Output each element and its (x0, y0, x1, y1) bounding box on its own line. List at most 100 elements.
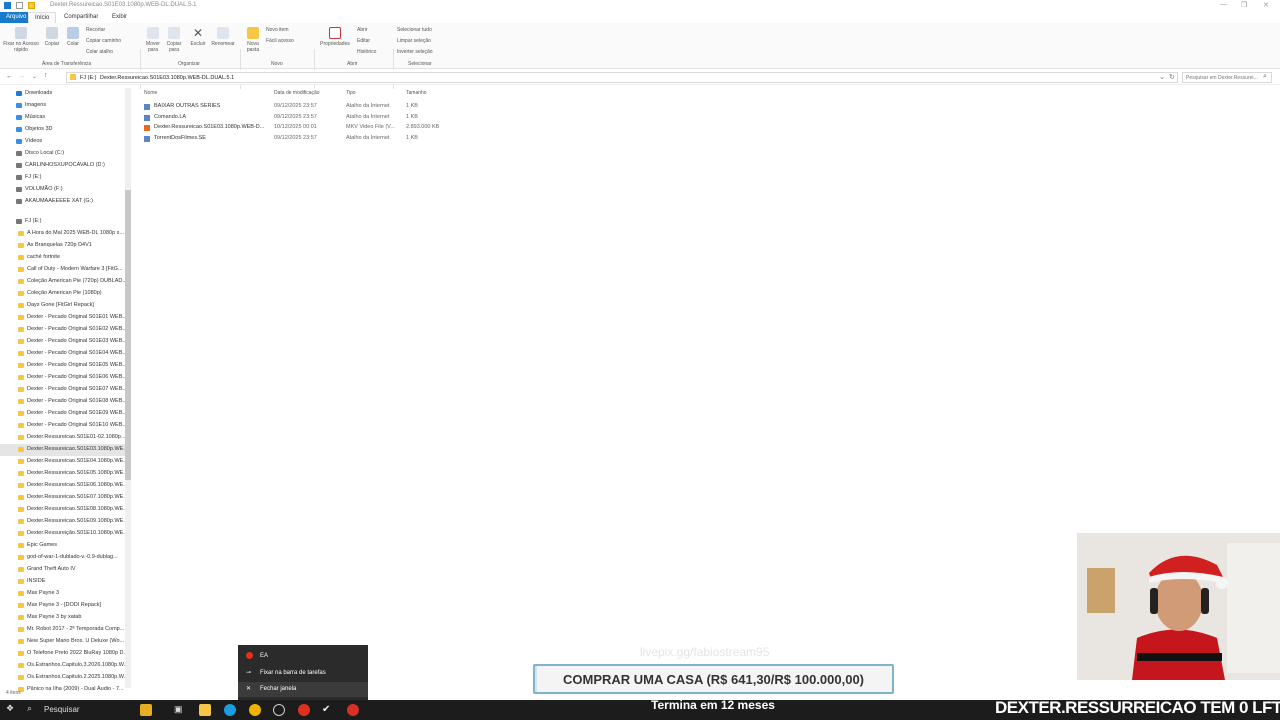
nav-item[interactable]: Dexter.Ressureicao.S01E07.1080p.WE... (0, 492, 126, 504)
nav-item[interactable]: Objetos 3D (0, 124, 126, 136)
nav-item[interactable]: AKAUMAAEEEEE XAT (G:) (0, 196, 126, 208)
nav-item[interactable]: INSIDE (0, 576, 126, 588)
close-button[interactable]: ✕ (1263, 1, 1269, 9)
column-name[interactable]: Nome (144, 90, 157, 96)
up-arrow-icon[interactable]: ↑ (44, 72, 48, 79)
nav-item[interactable]: Imagens (0, 100, 126, 112)
move-to-button[interactable]: Mover para (143, 27, 163, 53)
nav-item[interactable]: Max Payne 3 (0, 588, 126, 600)
minimize-button[interactable]: — (1220, 1, 1227, 8)
file-explorer-icon[interactable] (199, 704, 211, 716)
delete-button[interactable]: ✕ Excluir (188, 27, 208, 47)
nav-item[interactable]: Max Payne 3 by xatab (0, 612, 126, 624)
column-size[interactable]: Tamanho (406, 90, 427, 96)
file-row[interactable]: Dexter.Ressureicao.S01E03.1080p.WEB-D...… (140, 123, 450, 133)
tab-home[interactable]: Início (28, 12, 57, 23)
edit-button[interactable]: Editar (357, 38, 370, 44)
nav-item[interactable]: Os.Estranhos.Capitulo.3.2026.1080p.W... (0, 660, 126, 672)
paste-shortcut-button[interactable]: Colar atalho (86, 49, 113, 55)
cut-button[interactable]: Recortar (86, 27, 105, 33)
nav-item[interactable]: Coleção American Pie (720p) DUBLAD... (0, 276, 126, 288)
nav-item[interactable]: Max Payne 3 - [DODI Repack] (0, 600, 126, 612)
nav-item[interactable]: Dexter - Pecado Original S01E05 WEB... (0, 360, 126, 372)
nav-item[interactable]: Dexter.Ressureicao.S01E01-02.1080p.... (0, 432, 126, 444)
nav-item[interactable]: Mr. Robot 2017 - 2ª Temporada Comp... (0, 624, 126, 636)
new-folder-quick-icon[interactable] (28, 2, 35, 9)
chrome-icon[interactable] (249, 704, 261, 716)
nav-item[interactable]: New Super Mario Bros. U Deluxe (Wo... (0, 636, 126, 648)
column-type[interactable]: Tipo (346, 90, 356, 96)
nav-item[interactable]: Dexter - Pecado Original S01E09 WEB... (0, 408, 126, 420)
file-row[interactable]: TorrentDosFilmes.SE 09/12/2025 23:57 Atalh… (140, 134, 450, 144)
nav-item[interactable]: Dexter.Ressureicao.S01E04.1080p.WE... (0, 456, 126, 468)
select-all-button[interactable]: Selecionar tudo (397, 27, 432, 33)
nav-item[interactable]: Dexter.Ressureicao.S01E05.1080p.WE... (0, 468, 126, 480)
nav-item[interactable]: Dexter.Ressureicao.S01E09.1080p.WE... (0, 516, 126, 528)
invert-selection-button[interactable]: Inverter seleção (397, 49, 433, 55)
copy-button[interactable]: Copiar (42, 27, 62, 47)
jumplist-close-window[interactable]: ✕ Fechar janela (238, 682, 368, 697)
nav-item[interactable]: As Branquelas 720p D4V1 (0, 240, 126, 252)
file-row[interactable]: Comando.LA 09/12/2025 23:57 Atalho da Inte… (140, 113, 450, 123)
select-none-button[interactable]: Limpar seleção (397, 38, 431, 44)
nav-item[interactable]: Dexter.Ressureicao.S01E06.1080p.WE... (0, 480, 126, 492)
maximize-button[interactable]: ❐ (1241, 1, 1247, 9)
nav-item[interactable]: Dexter - Pecado Original S01E08 WEB... (0, 396, 126, 408)
history-button[interactable]: Histórico (357, 49, 376, 55)
nav-item[interactable]: caché fortnite (0, 252, 126, 264)
nav-item[interactable]: Dexter.Ressureição.S01E10.1080p.WE... (0, 528, 126, 540)
nav-scrollbar-thumb[interactable] (125, 190, 131, 480)
nav-item[interactable]: Dexter - Pecado Original S01E01 WEB... (0, 312, 126, 324)
nav-item[interactable]: Dexter - Pecado Original S01E07 WEB... (0, 384, 126, 396)
new-item-button[interactable]: Novo item (266, 27, 289, 33)
nav-item[interactable]: Coleção American Pie (1080p) (0, 288, 126, 300)
nav-item[interactable]: Downloads (0, 88, 126, 100)
nav-item[interactable]: FJ (E:) (0, 216, 126, 228)
copy-path-button[interactable]: Copiar caminho (86, 38, 121, 44)
nav-item[interactable]: Dexter - Pecado Original S01E02 WEB... (0, 324, 126, 336)
chrome-red-icon[interactable] (347, 704, 359, 716)
refresh-icon[interactable]: ↻ (1169, 73, 1175, 81)
edge-icon[interactable] (224, 704, 236, 716)
file-row[interactable]: BAIXAR OUTRAS SERIES 09/12/2025 23:57 Atal… (140, 102, 450, 112)
back-arrow-icon[interactable]: ← (6, 73, 13, 80)
jumplist-app-ea[interactable]: EA (238, 649, 368, 664)
properties-quick-icon[interactable] (16, 2, 23, 9)
tab-share[interactable]: Compartilhar (58, 12, 104, 23)
nav-item[interactable]: Epic Games (0, 540, 126, 552)
checkmark-app-icon[interactable]: ✔ (322, 704, 334, 716)
nav-item[interactable]: A Hora do Mal 2025 WEB-DL 1080p x... (0, 228, 126, 240)
new-folder-button[interactable]: Nova pasta (243, 27, 263, 53)
forward-arrow-icon[interactable]: → (18, 73, 25, 80)
nav-item[interactable]: Dexter.Ressureicao.S01E08.1080p.WE... (0, 504, 126, 516)
nav-item[interactable]: Músicas (0, 112, 126, 124)
nav-item[interactable]: VOLUMÃO (F:) (0, 184, 126, 196)
taskbar-search[interactable]: ⌕ Pesquisar (22, 703, 132, 717)
nav-item[interactable]: O Telefone Preto 2022 BluRay 1080p D... (0, 648, 126, 660)
properties-button[interactable]: Propriedades (317, 27, 353, 47)
nav-item[interactable]: FJ (E:) (0, 172, 126, 184)
pin-quick-access-button[interactable]: Fixar no Acesso rápido (3, 27, 39, 53)
rename-button[interactable]: Renomear (210, 27, 236, 47)
settings-icon[interactable] (273, 704, 285, 716)
nav-item[interactable]: Os.Estranhos.Capitulo.2.2025.1080p.W... (0, 672, 126, 684)
nav-item[interactable]: Dexter.Ressureicao.S01E03.1080p.WE... (0, 444, 126, 456)
breadcrumb-root[interactable]: FJ (E:) (80, 75, 97, 81)
ea-app-icon[interactable] (298, 704, 310, 716)
nav-item[interactable]: Disco Local (C:) (0, 148, 126, 160)
nav-item[interactable]: CARLINHOSXUPOCAVALO (D:) (0, 160, 126, 172)
widget-icon[interactable] (140, 704, 152, 716)
nav-item[interactable]: Dexter - Pecado Original S01E10 WEB... (0, 420, 126, 432)
nav-item[interactable]: Dexter - Pecado Original S01E04 WEB... (0, 348, 126, 360)
nav-item[interactable]: god-of-war-1-dublado-v.-0.9-dublag... (0, 552, 126, 564)
nav-item[interactable]: Call of Duty - Modern Warfare 3 [FitG... (0, 264, 126, 276)
task-view-icon[interactable]: ▣ (174, 704, 186, 716)
recent-chevron-icon[interactable]: ⌄ (32, 73, 37, 80)
copy-to-button[interactable]: Copiar para (164, 27, 184, 53)
start-windows-icon[interactable]: ❖ (6, 703, 18, 715)
nav-item[interactable]: Vídeos (0, 136, 126, 148)
open-button[interactable]: Abrir (357, 27, 368, 33)
search-input[interactable]: Pesquisar em Dexter.Ressurei... ⌕ (1182, 72, 1272, 83)
nav-item[interactable]: Dexter - Pecado Original S01E06 WEB... (0, 372, 126, 384)
nav-item[interactable]: Grand Theft Auto IV (0, 564, 126, 576)
